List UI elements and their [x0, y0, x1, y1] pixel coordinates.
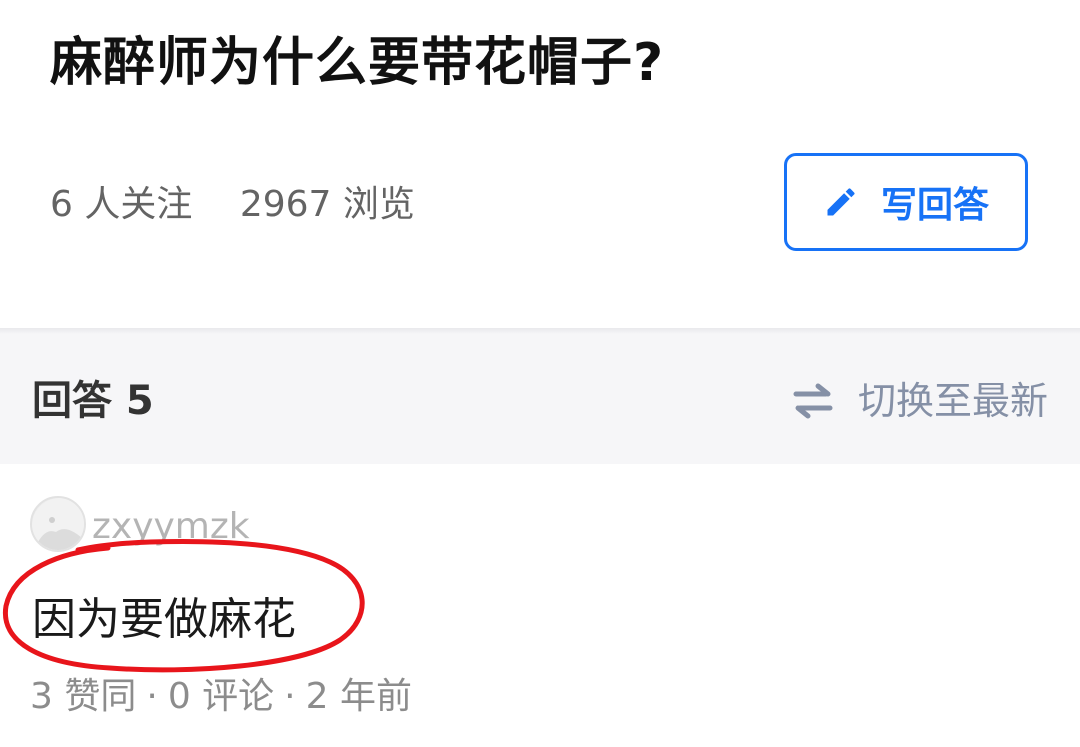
view-count: 2967 浏览 [239, 184, 415, 225]
write-answer-button[interactable]: 写回答 [784, 153, 1028, 251]
question-title: 麻醉师为什么要带花帽子? [50, 33, 665, 93]
answers-header: 回答 5 切换至最新 [0, 334, 1080, 464]
user-avatar[interactable] [30, 496, 86, 552]
like-count: 3 赞同 [30, 676, 137, 717]
comment-count: 0 评论 [167, 676, 275, 717]
question-meta: 6 人关注 2967 浏览 [50, 180, 415, 230]
answers-count: 回答 5 [32, 378, 154, 424]
write-answer-label: 写回答 [880, 185, 989, 226]
answer-item[interactable]: zxyymzk 因为要做麻花 3 赞同 · 0 评论 · 2 年前 [0, 464, 1080, 747]
separator: · [146, 676, 158, 717]
question-page: 麻醉师为什么要带花帽子? 6 人关注 2967 浏览 写回答 回答 5 切换至最… [0, 0, 1080, 747]
separator: · [284, 676, 296, 717]
author-name[interactable]: zxyymzk [92, 506, 250, 547]
swap-arrows-icon [793, 383, 833, 419]
answer-time: 2 年前 [305, 676, 412, 717]
sort-toggle-button[interactable]: 切换至最新 [792, 374, 1048, 428]
answer-content[interactable]: 因为要做麻花 [32, 592, 296, 648]
author-row[interactable]: zxyymzk [30, 496, 250, 552]
answer-stats: 3 赞同 · 0 评论 · 2 年前 [30, 674, 412, 720]
follower-count: 6 人关注 [50, 184, 193, 225]
pencil-icon [827, 188, 855, 216]
sort-toggle-label: 切换至最新 [857, 379, 1048, 423]
